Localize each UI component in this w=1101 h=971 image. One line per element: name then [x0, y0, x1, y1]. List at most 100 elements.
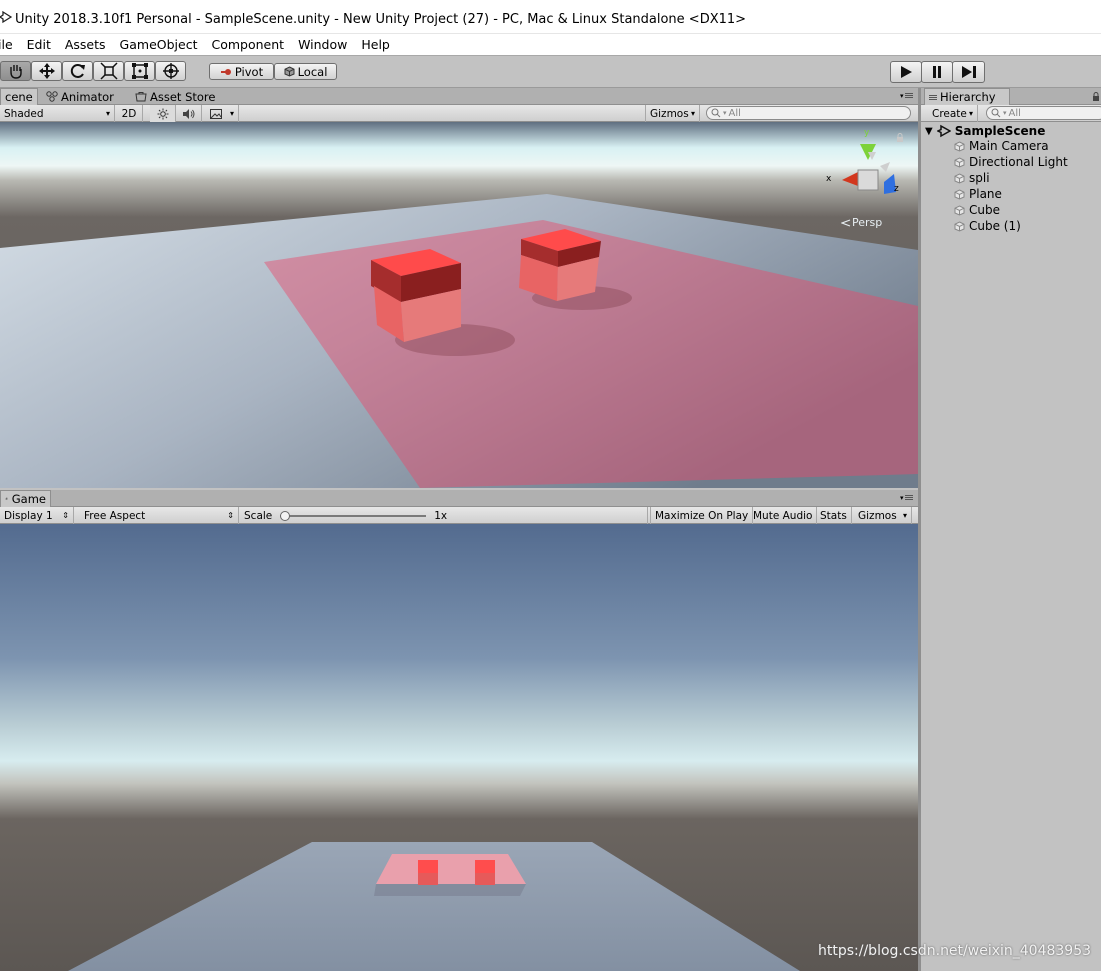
- display-dropdown[interactable]: Display 1 ⇕: [0, 507, 74, 524]
- game-gizmos-arrow-icon: ▾: [902, 511, 907, 520]
- scene-gizmos-label: Gizmos: [650, 107, 689, 120]
- rotate-icon: [70, 64, 85, 78]
- menu-file[interactable]: ile: [0, 37, 13, 52]
- audio-toggle[interactable]: [176, 105, 202, 122]
- scale-slider[interactable]: [280, 510, 427, 521]
- pause-button[interactable]: [921, 61, 953, 83]
- hierarchy-lock-icon[interactable]: [1092, 92, 1100, 102]
- hierarchy-search-filter-icon: ▾: [1003, 109, 1007, 117]
- stats-toggle[interactable]: Stats: [816, 507, 852, 524]
- hand-icon: [9, 65, 22, 79]
- tab-scene[interactable]: cene: [0, 88, 38, 105]
- display-dropdown-arrows-icon: ⇕: [62, 511, 69, 520]
- hierarchy-item[interactable]: Cube (1): [954, 218, 1021, 234]
- hierarchy-search-placeholder: All: [1008, 107, 1021, 119]
- tab-hierarchy-label: Hierarchy: [940, 90, 996, 104]
- pivot-label: Pivot: [234, 64, 264, 79]
- gameobject-cube-icon: [954, 172, 965, 184]
- scene-panel-menu[interactable]: ▾: [900, 92, 913, 100]
- effects-dropdown[interactable]: ▾: [206, 105, 239, 122]
- game-panel-menu[interactable]: ▾: [900, 494, 913, 502]
- shading-mode-dropdown[interactable]: Shaded ▾: [0, 105, 115, 122]
- perspective-icon: [841, 218, 851, 227]
- hierarchy-list: ▼ SampleScene: [921, 122, 1101, 971]
- stats-label: Stats: [820, 509, 847, 522]
- create-dropdown-arrow-icon: ▾: [968, 109, 973, 118]
- scale-label: Scale: [244, 509, 273, 522]
- transform-tool-button[interactable]: [155, 61, 186, 81]
- tab-asset-store[interactable]: Asset Store: [131, 88, 220, 105]
- hierarchy-toolbar: Create ▾ ▾ All: [921, 105, 1101, 122]
- local-toggle[interactable]: Local: [274, 63, 337, 80]
- image-icon: [210, 108, 222, 119]
- gameobject-cube-icon: [954, 204, 965, 216]
- window-title: Unity 2018.3.10f1 Personal - SampleScene…: [15, 12, 747, 27]
- scale-slider-track: [280, 514, 427, 517]
- tab-hierarchy[interactable]: Hierarchy: [924, 88, 1010, 105]
- scene-viewport[interactable]: x y z Persp: [0, 122, 918, 488]
- scene-search-input[interactable]: ▾ All: [706, 106, 911, 120]
- hierarchy-item-label: Plane: [969, 187, 1002, 201]
- sun-icon: [157, 108, 168, 119]
- 2d-toggle[interactable]: 2D: [116, 105, 143, 122]
- tab-animator-label: Animator: [61, 89, 114, 104]
- gizmo-lock-icon[interactable]: [896, 133, 904, 143]
- gizmo-x-label: x: [826, 174, 832, 184]
- menu-window[interactable]: Window: [298, 37, 347, 52]
- game-viewport[interactable]: [0, 524, 918, 971]
- pause-icon: [933, 66, 941, 78]
- game-gizmos-dropdown[interactable]: Gizmos ▾: [854, 507, 912, 524]
- scene-gizmos-dropdown[interactable]: Gizmos ▾: [645, 105, 700, 122]
- asset-store-icon: [135, 92, 147, 102]
- pivot-toggle[interactable]: Pivot: [209, 63, 274, 80]
- speaker-icon: [182, 108, 194, 119]
- watermark-text: https://blog.csdn.net/weixin_40483953: [818, 943, 1092, 959]
- transform-icon: [162, 63, 179, 79]
- 2d-toggle-label: 2D: [121, 107, 137, 120]
- step-button[interactable]: [952, 61, 985, 83]
- display-value: Display 1: [4, 509, 53, 522]
- tab-game[interactable]: Game: [0, 490, 51, 507]
- gameobject-cube-icon: [954, 220, 965, 232]
- menu-gameobject[interactable]: GameObject: [120, 37, 198, 52]
- gameobject-cube-icon: [954, 140, 965, 152]
- gizmo-y-label: y: [864, 128, 870, 138]
- search-icon: [711, 108, 721, 118]
- aspect-dropdown[interactable]: Free Aspect ⇕: [80, 507, 239, 524]
- main-toolbar: Pivot Local: [0, 57, 1101, 88]
- scene-root-row[interactable]: ▼ SampleScene: [925, 123, 1045, 139]
- menu-edit[interactable]: Edit: [27, 37, 51, 52]
- menu-assets[interactable]: Assets: [65, 37, 106, 52]
- rect-transform-icon: [131, 63, 148, 79]
- hierarchy-item[interactable]: Cube: [954, 202, 1000, 218]
- hierarchy-item[interactable]: Directional Light: [954, 154, 1068, 170]
- hand-tool-button[interactable]: [0, 61, 31, 81]
- rect-tool-button[interactable]: [124, 61, 155, 81]
- aspect-value: Free Aspect: [84, 509, 146, 522]
- menu-help[interactable]: Help: [361, 37, 390, 52]
- hierarchy-item[interactable]: Main Camera: [954, 138, 1049, 154]
- maximize-on-play-toggle[interactable]: Maximize On Play: [650, 507, 754, 524]
- hierarchy-search-input[interactable]: ▾ All: [986, 106, 1101, 120]
- scale-slider-thumb[interactable]: [280, 510, 291, 521]
- hierarchy-search-icon: [991, 108, 1001, 118]
- play-button[interactable]: [890, 61, 922, 83]
- scene-search-placeholder: All: [728, 107, 741, 119]
- scale-icon: [99, 62, 118, 80]
- hierarchy-item[interactable]: Plane: [954, 186, 1002, 202]
- menu-component[interactable]: Component: [211, 37, 284, 52]
- mute-audio-toggle[interactable]: Mute Audio: [749, 507, 818, 524]
- scene-view-render: [0, 122, 918, 488]
- move-tool-button[interactable]: [31, 61, 62, 81]
- tab-animator[interactable]: Animator: [42, 88, 118, 105]
- hierarchy-item[interactable]: spli: [954, 170, 990, 186]
- search-filter-arrow-icon: ▾: [723, 109, 727, 117]
- rotate-tool-button[interactable]: [62, 61, 93, 81]
- scale-tool-button[interactable]: [93, 61, 124, 81]
- lighting-toggle[interactable]: [150, 105, 176, 122]
- mute-audio-label: Mute Audio: [753, 509, 813, 522]
- projection-toggle[interactable]: Persp: [841, 216, 882, 229]
- expand-triangle-icon[interactable]: ▼: [925, 126, 933, 137]
- hierarchy-create-dropdown[interactable]: Create ▾: [928, 105, 978, 122]
- projection-label: Persp: [852, 216, 883, 229]
